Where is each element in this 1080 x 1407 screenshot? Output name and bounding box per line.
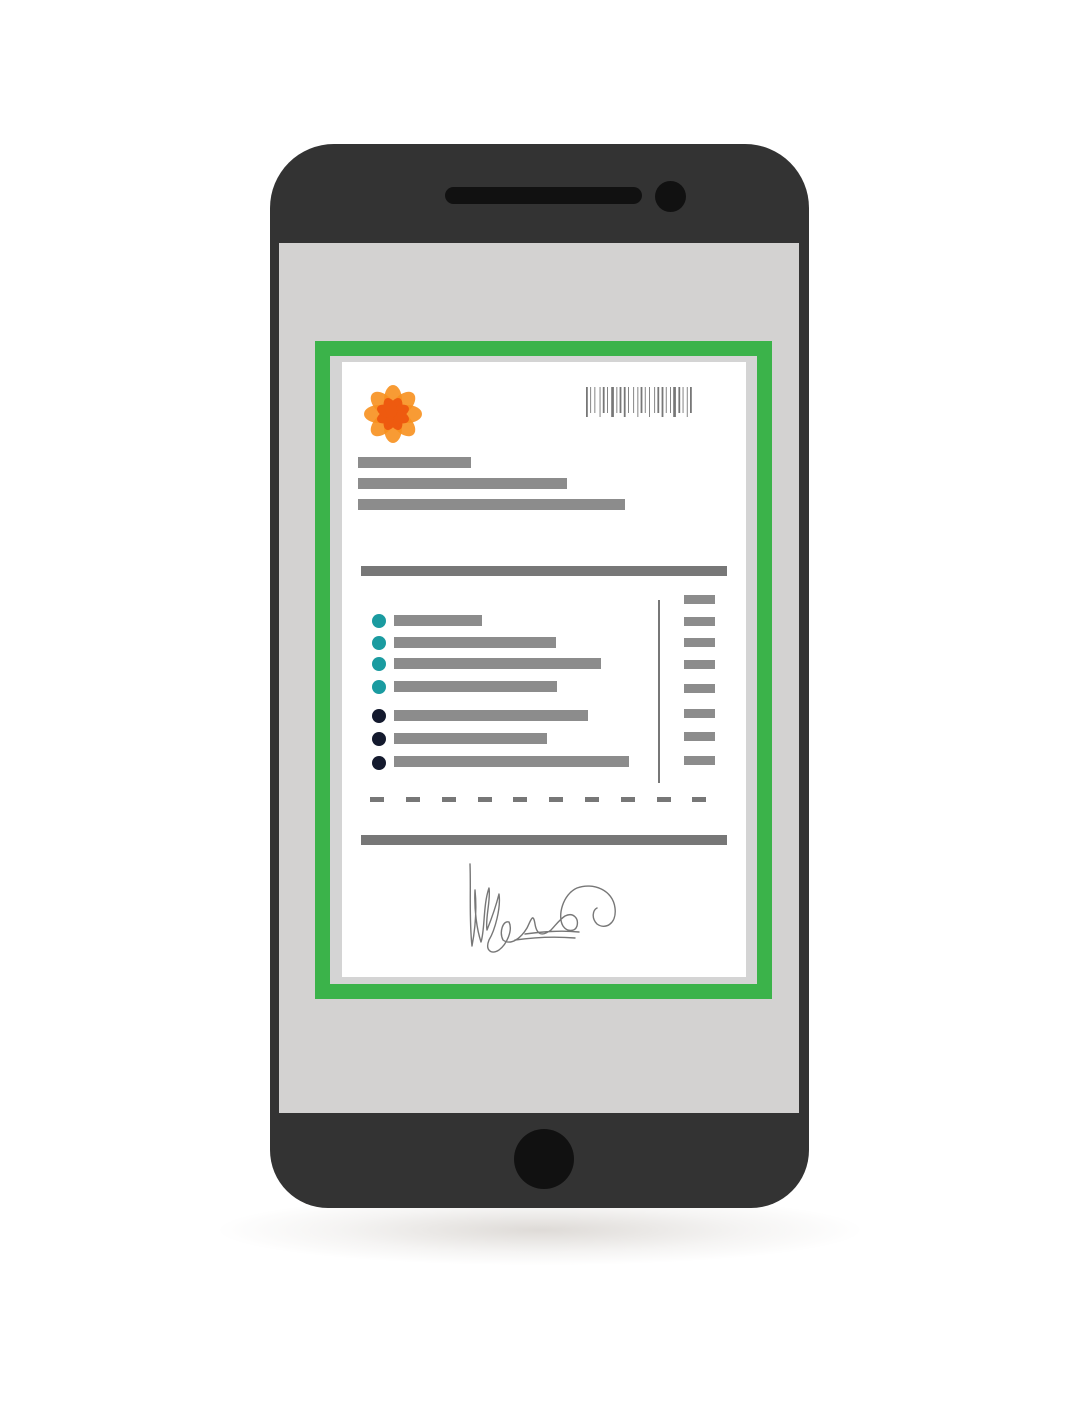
sender-address-line: [358, 478, 567, 489]
barcode-stripe: [682, 387, 684, 413]
list-bullet: [372, 709, 386, 723]
dashed-separator: [370, 797, 384, 802]
amount-line: [684, 595, 715, 604]
list-bullet: [372, 636, 386, 650]
barcode-stripe: [607, 387, 608, 413]
barcode-stripe: [644, 387, 646, 413]
barcode-stripe: [619, 387, 622, 413]
list-item-line: [394, 637, 556, 648]
signature-icon: [469, 863, 616, 953]
barcode-stripe: [649, 387, 650, 417]
barcode-icon: [586, 387, 692, 417]
barcode-stripe: [686, 387, 688, 417]
flower-logo-icon: [364, 385, 422, 443]
list-item-line: [394, 756, 629, 767]
list-item-line: [394, 710, 588, 721]
amount-line: [684, 709, 715, 718]
dashed-separator: [585, 797, 599, 802]
barcode-stripe: [623, 387, 626, 417]
barcode-stripe: [670, 387, 671, 413]
barcode-stripe: [661, 387, 664, 417]
barcode-stripe: [611, 387, 614, 417]
barcode-stripe: [628, 387, 629, 413]
home-button[interactable]: [514, 1129, 574, 1189]
list-item-line: [394, 615, 482, 626]
dashed-separator: [549, 797, 563, 802]
barcode-stripe: [602, 387, 605, 413]
speaker-grille: [445, 187, 642, 204]
list-bullet: [372, 756, 386, 770]
barcode-stripe: [673, 387, 676, 417]
list-bullet: [372, 732, 386, 746]
list-item-line: [394, 658, 601, 669]
section-divider-top: [361, 566, 727, 576]
amount-line: [684, 684, 715, 693]
barcode-stripe: [586, 387, 588, 417]
front-camera: [655, 181, 686, 212]
barcode-stripe: [657, 387, 660, 413]
barcode-stripe: [637, 387, 639, 417]
barcode-stripe: [599, 387, 601, 417]
amount-line: [684, 756, 715, 765]
dashed-separator: [657, 797, 671, 802]
list-item-line: [394, 681, 557, 692]
list-item-line: [394, 733, 547, 744]
barcode-stripe: [640, 387, 643, 413]
barcode-stripe: [654, 387, 656, 413]
dashed-separator: [478, 797, 492, 802]
list-bullet: [372, 614, 386, 628]
sender-details-line: [358, 499, 625, 510]
barcode-stripe: [616, 387, 618, 413]
barcode-stripe: [665, 387, 667, 413]
dashed-separator: [442, 797, 456, 802]
barcode-stripe: [690, 387, 692, 413]
barcode-stripe: [590, 387, 592, 413]
column-divider: [658, 600, 660, 783]
list-bullet: [372, 680, 386, 694]
amount-line: [684, 732, 715, 741]
amount-line: [684, 638, 715, 647]
dashed-separator: [513, 797, 527, 802]
barcode-stripe: [633, 387, 635, 413]
list-bullet: [372, 657, 386, 671]
section-divider-bottom: [361, 835, 727, 845]
sender-name-line: [358, 457, 471, 468]
barcode-stripe: [678, 387, 681, 413]
amount-line: [684, 660, 715, 669]
amount-line: [684, 617, 715, 626]
dashed-separator: [406, 797, 420, 802]
dashed-separator: [621, 797, 635, 802]
barcode-stripe: [594, 387, 596, 413]
dashed-separator: [692, 797, 706, 802]
